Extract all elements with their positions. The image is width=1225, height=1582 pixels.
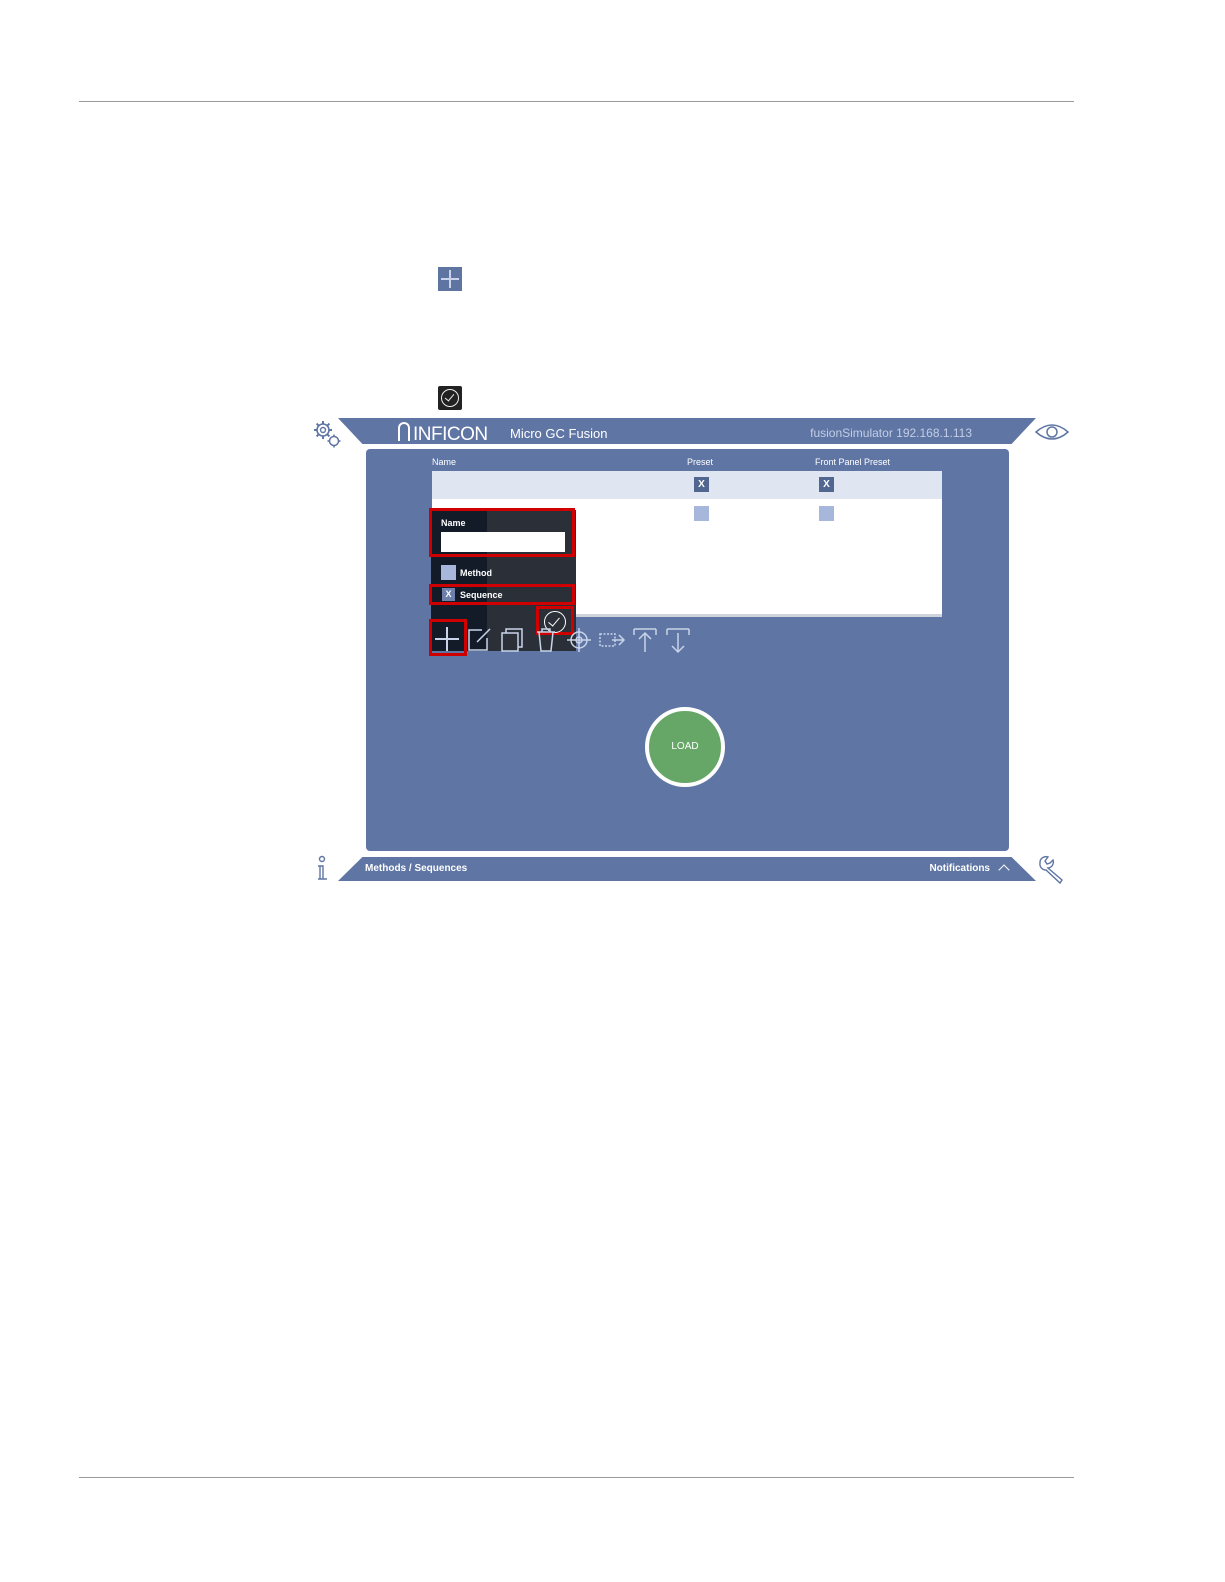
front-panel-preset-checkbox[interactable]	[819, 506, 834, 521]
info-icon[interactable]	[313, 855, 331, 883]
method-option-label[interactable]: Method	[460, 568, 492, 578]
inficon-logo: INFICON	[398, 422, 488, 444]
header-bar: INFICON Micro GC Fusion fusionSimulator …	[338, 418, 1036, 444]
copy-icon[interactable]	[498, 625, 528, 655]
edit-icon[interactable]	[465, 625, 495, 655]
footer-bar: Methods / Sequences Notifications	[338, 857, 1036, 881]
sequence-option-label[interactable]: Sequence	[460, 590, 503, 600]
preset-checkbox[interactable]: X	[694, 477, 709, 492]
app-title: Micro GC Fusion	[510, 426, 608, 441]
trash-icon[interactable]	[531, 625, 561, 655]
column-header-name[interactable]: Name	[432, 457, 456, 467]
checkmark-icon	[438, 386, 462, 410]
method-checkbox[interactable]	[441, 565, 456, 580]
front-panel-preset-checkbox[interactable]: X	[819, 477, 834, 492]
sequence-checkbox[interactable]: X	[442, 588, 455, 601]
notifications-toggle[interactable]: Notifications	[929, 863, 990, 874]
main-panel: Name Preset Front Panel Preset X X ence …	[366, 449, 1009, 851]
table-row[interactable]: X X	[432, 471, 942, 499]
name-label: Name	[441, 518, 466, 528]
download-icon[interactable]	[663, 625, 693, 655]
upload-icon[interactable]	[630, 625, 660, 655]
device-address: fusionSimulator 192.168.1.113	[810, 426, 972, 440]
preset-checkbox[interactable]	[694, 506, 709, 521]
wrench-icon[interactable]	[1036, 855, 1066, 885]
target-icon[interactable]	[564, 625, 594, 655]
bottom-rule	[79, 1477, 1074, 1478]
top-rule	[79, 101, 1074, 102]
chevron-up-icon[interactable]	[998, 864, 1010, 876]
plus-icon	[438, 267, 462, 291]
app-window: INFICON Micro GC Fusion fusionSimulator …	[310, 415, 1070, 885]
plus-icon[interactable]	[432, 625, 462, 655]
column-header-front-panel-preset[interactable]: Front Panel Preset	[815, 457, 890, 467]
breadcrumb[interactable]: Methods / Sequences	[365, 863, 467, 874]
load-button[interactable]: LOAD	[645, 707, 725, 787]
settings-gear-icon[interactable]	[312, 419, 342, 449]
column-header-preset[interactable]: Preset	[687, 457, 713, 467]
name-input[interactable]	[441, 532, 565, 552]
eye-icon[interactable]	[1034, 421, 1070, 443]
export-icon[interactable]	[597, 625, 627, 655]
